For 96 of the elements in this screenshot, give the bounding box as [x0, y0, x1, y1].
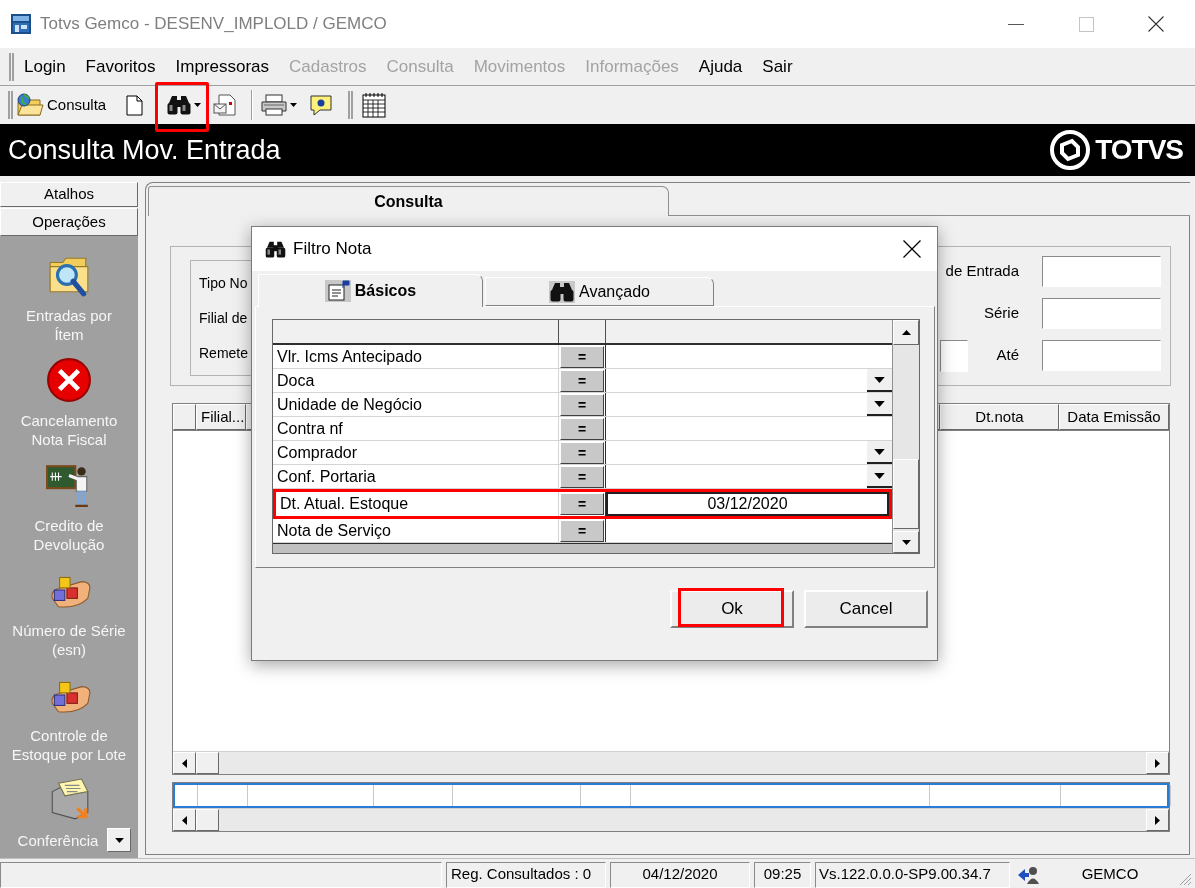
status-text: Reg. Consultados : 0	[446, 861, 606, 888]
scroll-thumb[interactable]	[196, 809, 219, 831]
binoculars-icon	[549, 280, 576, 303]
scroll-thumb[interactable]	[893, 459, 919, 529]
scrollbar[interactable]	[173, 808, 1169, 831]
scroll-down-button[interactable]	[893, 531, 919, 553]
form-label: Série	[983, 303, 1019, 324]
menu-item[interactable]: Sair	[752, 53, 803, 80]
scroll-left-button[interactable]	[173, 752, 196, 774]
dialog-title: Filtro Nota	[293, 238, 372, 261]
input-field[interactable]	[1042, 298, 1161, 329]
input-field[interactable]	[1042, 256, 1161, 287]
section-button[interactable]: Operações	[0, 208, 138, 236]
column-header[interactable]	[173, 404, 196, 430]
scroll-down-button[interactable]	[107, 828, 131, 852]
up-arrow-icon	[901, 330, 911, 335]
operator-button[interactable]: =	[560, 417, 604, 440]
left-arrow-icon	[182, 758, 187, 768]
scrollbar[interactable]	[173, 751, 1169, 774]
caret-down-icon	[874, 376, 885, 383]
tab[interactable]: Básicos	[258, 274, 483, 307]
scrollbar[interactable]	[892, 320, 919, 553]
calendar-icon	[362, 92, 387, 118]
logo-text: TOTVS	[1095, 133, 1183, 167]
form-label: de Entrada	[945, 261, 1019, 282]
tab[interactable]: Avançado	[485, 277, 714, 306]
logo-mark-icon	[1050, 130, 1091, 170]
menu-item[interactable]: Impressoras	[165, 53, 280, 80]
column-header[interactable]: Dt.nota	[940, 404, 1059, 430]
tab[interactable]: Consulta	[148, 186, 669, 216]
operator-button[interactable]: =	[560, 345, 604, 368]
form-label: Tipo No	[199, 274, 248, 293]
user-arrow-icon	[1017, 864, 1039, 885]
left-arrow-icon	[182, 815, 187, 825]
caret-down-icon	[874, 472, 885, 479]
scroll-thumb[interactable]	[196, 752, 219, 774]
input-field[interactable]	[940, 339, 968, 372]
caret-down-icon	[874, 400, 885, 407]
section-button[interactable]: Atalhos	[0, 182, 138, 207]
speech-bubble-icon	[309, 93, 334, 117]
scroll-up-button[interactable]	[893, 320, 919, 345]
dialog-button[interactable]: Ok	[670, 590, 794, 628]
operator-button[interactable]: =	[560, 393, 604, 416]
menu-item[interactable]: Login	[14, 53, 76, 80]
dropdown-button[interactable]	[867, 369, 892, 392]
resize-grip-icon	[1178, 872, 1192, 886]
caret-down-icon	[290, 103, 298, 107]
operator-button[interactable]: =	[560, 519, 604, 542]
close-icon	[903, 240, 921, 258]
down-arrow-icon	[901, 539, 911, 545]
caret-down-icon	[194, 103, 202, 107]
maximize-icon	[1078, 16, 1094, 32]
printer-icon	[261, 94, 288, 116]
status-text: GEMCO	[1080, 864, 1140, 885]
column-header[interactable]: Data Emissão	[1059, 404, 1169, 430]
caret-down-icon	[114, 837, 124, 843]
dropdown-button[interactable]	[867, 465, 892, 488]
status-text: 09:25	[754, 861, 811, 888]
column-header[interactable]: Filial...	[196, 404, 246, 430]
dialog-button[interactable]: Cancel	[804, 590, 928, 628]
scroll-left-button[interactable]	[173, 809, 196, 831]
dropdown-arrow[interactable]	[290, 103, 298, 107]
menu-item[interactable]: Favoritos	[75, 53, 166, 80]
globe-folder-icon	[16, 93, 44, 117]
value-field[interactable]: 03/12/2020	[606, 492, 889, 516]
toolbar-button[interactable]: Consulta	[13, 89, 110, 121]
status-text: Vs.122.0.0.0-SP9.00.34.7	[815, 861, 1010, 888]
form-label: Remete	[199, 344, 249, 363]
form-label: Filial de	[199, 309, 248, 328]
menu-item[interactable]: Ajuda	[688, 53, 753, 80]
right-arrow-icon	[1155, 815, 1160, 825]
app-icon	[10, 13, 32, 35]
page-icon	[126, 94, 144, 116]
form-label: Até	[996, 345, 1019, 366]
window-title: Totvs Gemco - DESENV_IMPLOLD / GEMCO	[40, 13, 387, 36]
operator-button[interactable]: =	[560, 369, 604, 392]
right-arrow-icon	[1155, 758, 1160, 768]
screen-title: Consulta Mov. Entrada	[8, 133, 281, 167]
caret-down-icon	[874, 448, 885, 455]
close-icon	[1148, 16, 1164, 32]
document-envelope-icon	[213, 94, 238, 116]
x-circle-icon	[46, 357, 92, 403]
dropdown-button[interactable]	[867, 393, 892, 416]
minimize-icon	[1008, 23, 1024, 25]
dropdown-arrow[interactable]	[194, 103, 202, 107]
form-icon	[324, 280, 351, 302]
operator-button[interactable]: =	[560, 441, 604, 464]
status-text: 04/12/2020	[610, 861, 750, 888]
input-field[interactable]	[1042, 340, 1161, 371]
dropdown-button[interactable]	[867, 441, 892, 464]
binoculars-icon	[265, 240, 286, 258]
operator-button[interactable]: =	[560, 465, 604, 488]
binoculars-icon	[167, 95, 192, 115]
scroll-right-button[interactable]	[1146, 752, 1169, 774]
scroll-right-button[interactable]	[1146, 809, 1169, 831]
operator-button[interactable]: =	[560, 493, 604, 515]
